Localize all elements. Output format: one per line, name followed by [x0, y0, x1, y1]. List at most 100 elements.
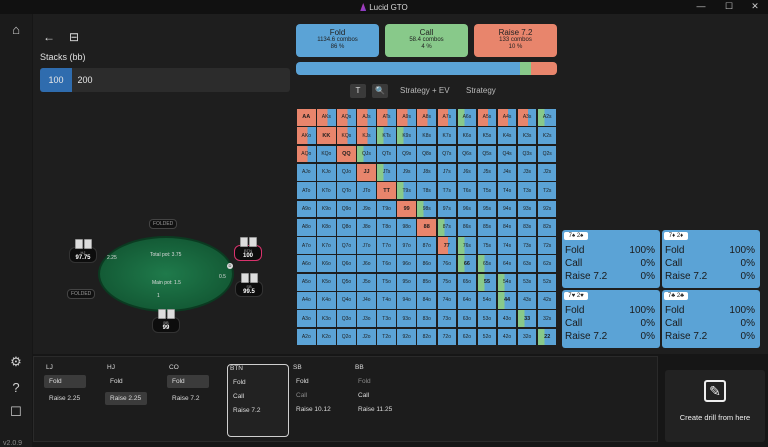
- hand-cell[interactable]: 84o: [416, 291, 438, 310]
- btn-call-option[interactable]: Call: [228, 390, 288, 403]
- hand-cell[interactable]: A2o: [296, 327, 317, 347]
- hand-cell[interactable]: 43s: [516, 291, 538, 310]
- hand-cell[interactable]: Q4o: [336, 291, 357, 310]
- hand-cell[interactable]: 84s: [496, 217, 518, 237]
- hand-cell[interactable]: K5o: [316, 272, 337, 292]
- hand-cell[interactable]: 87s: [436, 217, 458, 237]
- hand-cell[interactable]: 54o: [476, 291, 498, 310]
- hand-cell[interactable]: 62o: [456, 327, 478, 347]
- hand-cell[interactable]: 32o: [516, 327, 538, 347]
- search-icon[interactable]: 🔍: [372, 84, 388, 98]
- help-icon[interactable]: ?: [7, 380, 25, 396]
- hand-cell[interactable]: J4s: [496, 162, 518, 182]
- hand-cell[interactable]: QJo: [336, 162, 357, 182]
- hand-cell[interactable]: 76s: [456, 236, 478, 255]
- lj-fold-option[interactable]: Fold: [44, 375, 86, 388]
- hand-cell[interactable]: 32s: [536, 309, 558, 329]
- seat-hj[interactable]: HJ 97.75: [69, 239, 97, 263]
- hand-cell[interactable]: J4o: [356, 291, 377, 310]
- calendar-icon[interactable]: ⊟: [67, 30, 81, 44]
- create-drill-button[interactable]: ✎ Create drill from here: [665, 370, 765, 442]
- hand-cell[interactable]: J3o: [356, 309, 377, 329]
- strategy-ev-tab[interactable]: Strategy + EV: [400, 86, 450, 95]
- hand-cell[interactable]: 98s: [416, 199, 438, 219]
- hand-cell[interactable]: T7s: [436, 181, 458, 201]
- hand-cell[interactable]: A5s: [476, 108, 498, 127]
- hand-cell[interactable]: 42o: [496, 327, 518, 347]
- hand-cell[interactable]: A4o: [296, 291, 317, 310]
- hand-cell[interactable]: 82s: [536, 217, 558, 237]
- gear-icon[interactable]: ⚙: [7, 354, 25, 370]
- hand-cell[interactable]: AQs: [336, 108, 357, 127]
- call-summary[interactable]: Call 58.4 combos 4 %: [385, 24, 468, 57]
- hand-cell[interactable]: 52o: [476, 327, 498, 347]
- hand-cell[interactable]: K8s: [416, 126, 438, 146]
- bb-call-option[interactable]: Call: [353, 389, 408, 402]
- hand-cell[interactable]: KJo: [316, 162, 337, 182]
- hand-cell[interactable]: 55: [476, 272, 498, 292]
- hand-cell[interactable]: 95o: [396, 272, 417, 292]
- hand-cell[interactable]: Q3o: [336, 309, 357, 329]
- hand-cell[interactable]: J9o: [356, 199, 377, 219]
- hand-cell[interactable]: 86s: [456, 217, 478, 237]
- hand-cell[interactable]: T6s: [456, 181, 478, 201]
- hand-cell[interactable]: Q9o: [336, 199, 357, 219]
- hand-cell[interactable]: 73o: [436, 309, 458, 329]
- hand-cell[interactable]: K9o: [316, 199, 337, 219]
- sb-call-option[interactable]: Call: [291, 389, 346, 402]
- hand-cell[interactable]: 66: [456, 254, 478, 274]
- hand-cell[interactable]: 65o: [456, 272, 478, 292]
- hand-cell[interactable]: 86o: [416, 254, 438, 274]
- hand-cell[interactable]: KTs: [376, 126, 397, 146]
- hand-cell[interactable]: T8s: [416, 181, 438, 201]
- hand-cell[interactable]: 82o: [416, 327, 438, 347]
- hand-cell[interactable]: K8o: [316, 217, 337, 237]
- hand-cell[interactable]: K3s: [516, 126, 538, 146]
- raise-summary[interactable]: Raise 7.2 133 combos 10 %: [474, 24, 557, 57]
- back-arrow-icon[interactable]: ←: [42, 30, 56, 44]
- hand-cell[interactable]: 97o: [396, 236, 417, 255]
- stack-option-200[interactable]: 200: [74, 68, 96, 92]
- text-toggle-button[interactable]: T: [350, 84, 366, 98]
- hand-cell[interactable]: 92s: [536, 199, 558, 219]
- hand-cell[interactable]: K6s: [456, 126, 478, 146]
- hand-cell[interactable]: 62s: [536, 254, 558, 274]
- hand-cell[interactable]: Q5o: [336, 272, 357, 292]
- hand-cell[interactable]: J3s: [516, 162, 538, 182]
- hand-cell[interactable]: J6o: [356, 254, 377, 274]
- sb-fold-option[interactable]: Fold: [291, 375, 346, 388]
- hj-fold-option[interactable]: Fold: [105, 375, 160, 388]
- hand-cell[interactable]: J9s: [396, 162, 417, 182]
- hand-cell[interactable]: QTs: [376, 144, 397, 164]
- hand-cell[interactable]: Q8o: [336, 217, 357, 237]
- hand-cell[interactable]: J8o: [356, 217, 377, 237]
- seat-bb[interactable]: BB 99: [152, 309, 180, 333]
- hand-cell[interactable]: ATo: [296, 181, 317, 201]
- hand-cell[interactable]: A9o: [296, 199, 317, 219]
- hand-cell[interactable]: J2s: [536, 162, 558, 182]
- hand-cell[interactable]: T3s: [516, 181, 538, 201]
- hand-cell[interactable]: 64s: [496, 254, 518, 274]
- hand-cell[interactable]: 75o: [436, 272, 458, 292]
- hand-cell[interactable]: J6s: [456, 162, 478, 182]
- hand-cell[interactable]: TT: [376, 181, 397, 201]
- hand-cell[interactable]: K5s: [476, 126, 498, 146]
- seat-btn[interactable]: BTN 100: [234, 237, 262, 261]
- hand-cell[interactable]: 44: [496, 291, 518, 310]
- hand-cell[interactable]: K7o: [316, 236, 337, 255]
- hand-cell[interactable]: KJs: [356, 126, 377, 146]
- hand-cell[interactable]: Q5s: [476, 144, 498, 164]
- hand-cell[interactable]: QTo: [336, 181, 357, 201]
- feedback-icon[interactable]: ☐: [7, 404, 25, 420]
- hand-cell[interactable]: T3o: [376, 309, 397, 329]
- hand-cell[interactable]: A3s: [516, 108, 538, 127]
- hand-cell[interactable]: K9s: [396, 126, 417, 146]
- hand-cell[interactable]: 98o: [396, 217, 417, 237]
- hand-cell[interactable]: 76o: [436, 254, 458, 274]
- hand-cell[interactable]: 94s: [496, 199, 518, 219]
- hand-cell[interactable]: A7s: [436, 108, 458, 127]
- hand-cell[interactable]: A9s: [396, 108, 417, 127]
- hand-cell[interactable]: AJo: [296, 162, 317, 182]
- hand-cell[interactable]: A6o: [296, 254, 317, 274]
- hand-cell[interactable]: Q4s: [496, 144, 518, 164]
